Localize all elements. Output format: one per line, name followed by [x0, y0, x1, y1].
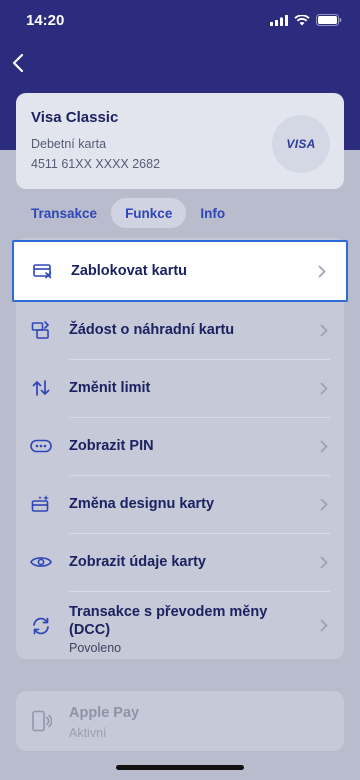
- card-name: Visa Classic: [31, 109, 119, 126]
- wifi-icon: [294, 14, 310, 25]
- pin-dots-icon: [30, 435, 52, 457]
- apple-pay-row[interactable]: Apple Pay Aktivní: [16, 691, 344, 751]
- tab-transakce[interactable]: Transakce: [16, 198, 111, 228]
- tab-bar: Transakce Funkce Info: [16, 196, 239, 230]
- functions-list: Zablokovat kartu Žádost o náhradní kartu…: [12, 238, 348, 659]
- card-summary: Visa Classic Debetní karta 4511 61XX XXX…: [16, 93, 344, 189]
- arrows-updown-icon: [30, 377, 52, 399]
- visa-logo: VISA: [272, 115, 330, 173]
- menu-item-show-pin[interactable]: Zobrazit PIN: [16, 417, 344, 475]
- menu-item-replace-card[interactable]: Žádost o náhradní kartu: [16, 301, 344, 359]
- home-indicator: [116, 765, 244, 770]
- chevron-right-icon: [320, 555, 330, 569]
- status-icons: [270, 14, 342, 26]
- chevron-right-icon: [320, 439, 330, 453]
- menu-item-label: Zablokovat kartu: [71, 263, 188, 279]
- status-time: 14:20: [26, 12, 65, 29]
- refresh-icon: [30, 615, 52, 637]
- card-type: Debetní karta: [31, 137, 107, 151]
- chevron-right-icon: [320, 323, 330, 337]
- menu-item-change-limit[interactable]: Změnit limit: [16, 359, 344, 417]
- phone-pay-icon: [30, 710, 53, 737]
- battery-icon: [316, 14, 342, 26]
- back-button[interactable]: [4, 48, 32, 78]
- card-design-icon: [30, 493, 52, 515]
- apple-pay-title: Apple Pay: [69, 705, 140, 721]
- menu-item-card-design[interactable]: Změna designu karty: [16, 475, 344, 533]
- chevron-right-icon: [320, 497, 330, 511]
- apple-pay-status: Aktivní: [69, 726, 107, 740]
- chevron-left-icon: [12, 53, 24, 73]
- chevron-right-icon: [320, 618, 330, 632]
- menu-item-show-card-details[interactable]: Zobrazit údaje karty: [16, 533, 344, 591]
- menu-item-block-card[interactable]: Zablokovat kartu: [12, 240, 348, 302]
- chevron-right-icon: [320, 381, 330, 395]
- tab-info[interactable]: Info: [186, 198, 239, 228]
- card-block-icon: [32, 260, 54, 282]
- tab-funkce[interactable]: Funkce: [111, 198, 187, 228]
- signal-icon: [270, 14, 288, 26]
- card-number: 4511 61XX XXXX 2682: [31, 157, 161, 171]
- dcc-status: Povoleno: [69, 641, 122, 655]
- menu-item-label: Žádost o náhradní kartu: [69, 322, 235, 338]
- menu-item-label: Změna designu karty: [69, 496, 215, 512]
- menu-item-label: Zobrazit údaje karty: [69, 554, 206, 570]
- menu-item-label: Zobrazit PIN: [69, 438, 154, 454]
- status-bar: 14:20: [0, 0, 360, 44]
- card-replace-icon: [30, 319, 52, 341]
- menu-item-dcc[interactable]: Transakce s převodem měny (DCC) Povoleno: [16, 591, 344, 659]
- chevron-right-icon: [318, 264, 328, 278]
- menu-item-label: Změnit limit: [69, 380, 151, 396]
- menu-item-label: Transakce s převodem měny (DCC): [69, 604, 268, 638]
- eye-icon: [30, 551, 52, 573]
